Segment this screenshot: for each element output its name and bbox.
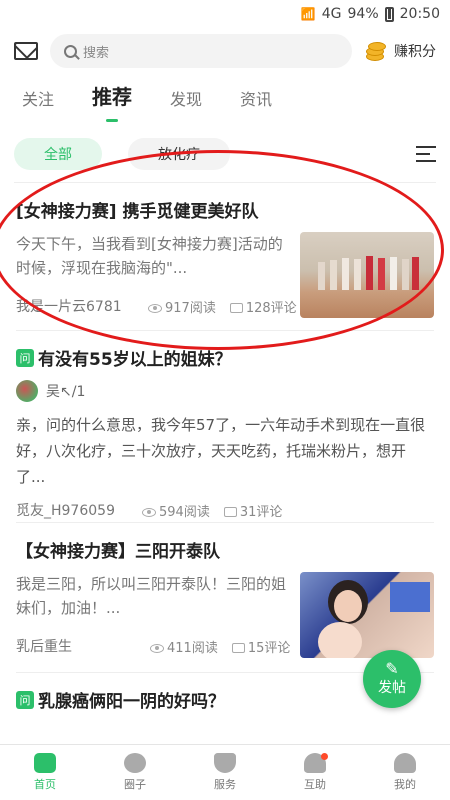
tab-discover[interactable]: 发现 xyxy=(170,86,202,118)
post-card[interactable]: 【女神接力赛】三阳开泰队 我是三阳，所以叫三阳开泰队！三阳的姐妹们，加油！...… xyxy=(16,523,434,673)
post-title: [女神接力赛] 携手觅健更美好队 xyxy=(16,202,259,222)
clock: 20:50 xyxy=(399,6,440,22)
circle-icon xyxy=(124,753,146,773)
search-icon xyxy=(64,44,77,58)
signal-icon: 📶 xyxy=(300,7,316,21)
avatar[interactable] xyxy=(16,380,38,402)
tab-recommend[interactable]: 推荐 xyxy=(92,81,132,122)
nav-mutual-help[interactable]: 互助 xyxy=(270,745,360,800)
chip-all[interactable]: 全部 xyxy=(14,138,102,170)
post-views: 917阅读 xyxy=(148,297,216,316)
nav-home-label: 首页 xyxy=(34,778,56,791)
comment-icon xyxy=(229,303,243,313)
menu-icon[interactable] xyxy=(416,146,436,162)
feed-tabs: 关注 推荐 发现 资讯 xyxy=(0,74,450,122)
post-card[interactable]: 问 有没有55岁以上的姐妹？ 吴↖/1 亲，问的什么意思，我今年57了，一六年动… xyxy=(16,331,434,523)
filter-chips: 全部 放化疗 xyxy=(0,126,450,182)
post-views: 411阅读 xyxy=(150,637,218,656)
home-icon xyxy=(34,753,56,773)
nav-profile-label: 我的 xyxy=(394,778,416,791)
post-author[interactable]: 我是一片云6781 xyxy=(16,296,134,316)
post-comments: 31评论 xyxy=(223,501,282,520)
coin-icon xyxy=(364,40,388,62)
post-views: 594阅读 xyxy=(142,501,210,520)
service-icon xyxy=(214,753,236,773)
group-photo-image xyxy=(318,256,419,290)
post-thumbnail xyxy=(300,572,434,662)
nav-home[interactable]: 首页 xyxy=(0,745,90,800)
question-badge: 问 xyxy=(16,690,34,709)
nav-circle-label: 圈子 xyxy=(124,778,146,791)
nav-profile[interactable]: 我的 xyxy=(360,745,450,800)
network-type: 4G xyxy=(321,6,342,22)
nav-service[interactable]: 服务 xyxy=(180,745,270,800)
search-placeholder: 搜索 xyxy=(83,45,110,61)
mail-icon[interactable] xyxy=(14,42,38,60)
notification-dot xyxy=(321,753,328,760)
answer-body: 亲，问的什么意思，我今年57了，一六年动手术到现在一直很好，八次化疗，三十次放疗… xyxy=(16,416,426,486)
battery-icon xyxy=(384,6,394,22)
post-thumbnail xyxy=(300,232,434,318)
top-bar: 搜索 赚积分 xyxy=(0,28,450,74)
eye-icon xyxy=(150,643,164,653)
search-input[interactable]: 搜索 xyxy=(50,34,352,68)
status-bar: 📶 4G 94% 20:50 xyxy=(0,0,450,28)
pencil-icon: ✎ xyxy=(385,659,399,678)
earn-points-label: 赚积分 xyxy=(394,44,436,60)
comment-icon xyxy=(223,507,237,517)
new-post-label: 发帖 xyxy=(378,680,406,696)
post-title: 有没有55岁以上的姐妹？ xyxy=(38,350,232,370)
nav-service-label: 服务 xyxy=(214,778,236,791)
bottom-nav: 首页 圈子 服务 互助 我的 xyxy=(0,744,450,800)
nav-circle[interactable]: 圈子 xyxy=(90,745,180,800)
tab-news[interactable]: 资讯 xyxy=(240,86,272,118)
eye-icon xyxy=(148,303,162,313)
tab-follow[interactable]: 关注 xyxy=(22,86,54,118)
answerer-name: 吴↖/1 xyxy=(46,384,86,400)
new-post-button[interactable]: ✎ 发帖 xyxy=(363,650,421,708)
chip-radio-chemo[interactable]: 放化疗 xyxy=(128,138,230,170)
post-title: 乳腺癌俩阳一阴的好吗？ xyxy=(38,692,225,712)
post-author[interactable]: 觅友_H976059 xyxy=(16,500,128,520)
comment-icon xyxy=(231,643,245,653)
post-card[interactable]: [女神接力赛] 携手觅健更美好队 今天下午，当我看到[女神接力赛]活动的时候，浮… xyxy=(16,183,434,331)
earn-points-button[interactable]: 赚积分 xyxy=(364,40,436,62)
question-badge: 问 xyxy=(16,348,34,367)
mother-child-photo-image xyxy=(318,580,430,662)
nav-mutual-help-label: 互助 xyxy=(304,778,326,791)
post-comments: 15评论 xyxy=(231,637,290,656)
post-author[interactable]: 乳后重生 xyxy=(16,636,136,656)
battery-percent: 94% xyxy=(347,6,379,22)
profile-icon xyxy=(394,753,416,773)
post-comments: 128评论 xyxy=(229,297,297,316)
post-title: 【女神接力赛】三阳开泰队 xyxy=(16,542,220,562)
eye-icon xyxy=(142,507,156,517)
